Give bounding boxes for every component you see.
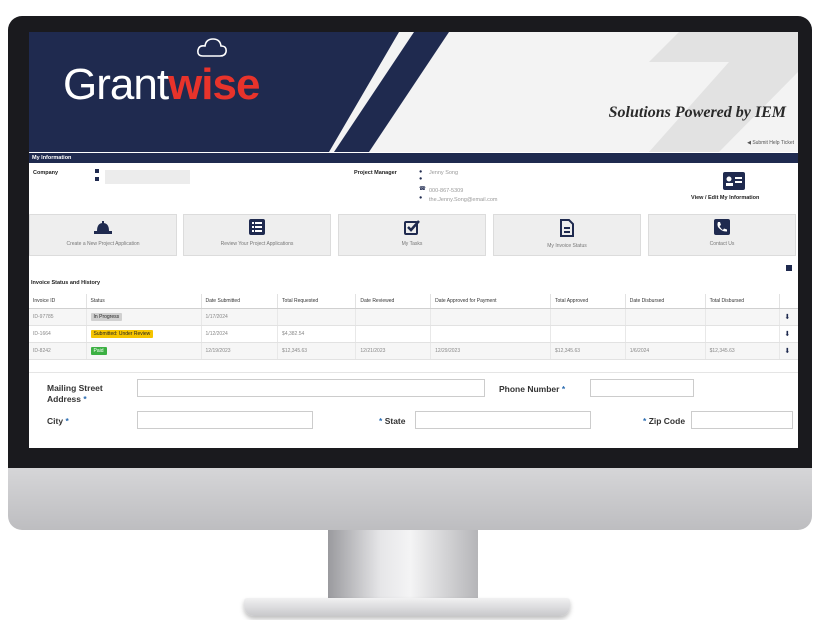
help-ticket-link[interactable]: ◀ Submit Help Ticket: [747, 140, 794, 146]
phone-number-label: Phone Number *: [499, 384, 566, 394]
col-header: Date Approved for Payment: [430, 294, 552, 309]
total-requested: [277, 308, 357, 326]
col-header: Date Reviewed: [355, 294, 432, 309]
total-disbursed: [705, 308, 781, 326]
list-icon: [249, 219, 265, 235]
total-approved: $12,345.63: [550, 342, 626, 360]
pm-email[interactable]: the.Jenny.Song@email.com: [429, 197, 497, 203]
person-icon: ●: [419, 169, 423, 175]
date-disbursed: [625, 308, 706, 326]
monitor-chin: [8, 468, 812, 530]
total-requested: $4,382.54: [277, 325, 357, 343]
tile-my-tasks[interactable]: My Tasks: [338, 214, 486, 256]
col-header: Date Disbursed: [625, 294, 706, 309]
date-submitted: 1/17/2024: [201, 308, 279, 326]
status-badge: In Progress: [90, 313, 123, 321]
col-header-actions: [779, 294, 798, 309]
date-reviewed: [355, 325, 432, 343]
screen: Grantwise Solutions Powered by IEM ◀ Sub…: [29, 32, 798, 448]
invoice-id: ID-97785: [29, 308, 87, 326]
status-badge: Submitted: Under Review: [90, 330, 154, 338]
col-header: Invoice ID: [29, 294, 87, 309]
date-approved: 12/29/2023: [430, 342, 552, 360]
total-requested: $12,345.63: [277, 342, 357, 360]
invoice-table: Invoice ID Status Date Submitted Total R…: [29, 294, 798, 360]
mailing-street-input[interactable]: [137, 379, 485, 397]
total-approved: [550, 325, 626, 343]
download-icon[interactable]: ⬇: [784, 331, 790, 338]
col-header: Total Requested: [277, 294, 357, 309]
checkbox-icon: [404, 220, 420, 235]
header-banner: Grantwise Solutions Powered by IEM ◀ Sub…: [29, 32, 798, 152]
table-row[interactable]: ID-1664 Submitted: Under Review 1/12/202…: [29, 325, 798, 343]
table-header-row: Invoice ID Status Date Submitted Total R…: [29, 294, 798, 309]
date-approved: [430, 325, 552, 343]
date-submitted: 1/12/2024: [201, 325, 279, 343]
pm-name: Jenny Song: [429, 170, 459, 176]
invoice-id: ID-1664: [29, 325, 87, 343]
id-icon: ●: [419, 176, 423, 182]
status-cell: In Progress: [86, 308, 202, 326]
contact-card-icon[interactable]: [723, 172, 745, 190]
table-row[interactable]: ID-97785 In Progress 1/17/2024 ⬇: [29, 308, 798, 326]
table-row[interactable]: ID-8242 Paid 12/19/2023 $12,345.63 12/21…: [29, 342, 798, 360]
date-disbursed: 1/6/2024: [625, 342, 706, 360]
state-input[interactable]: [415, 411, 591, 429]
location-icon: [95, 177, 99, 181]
collapse-icon[interactable]: [786, 265, 792, 271]
invoice-section-title: Invoice Status and History: [31, 280, 101, 286]
phone-icon: [714, 219, 730, 235]
date-submitted: 12/19/2023: [201, 342, 279, 360]
tile-label: Contact Us: [709, 241, 735, 247]
tile-label: Create a New Project Application: [66, 241, 140, 247]
monitor-stand-base: [244, 598, 570, 616]
tagline: Solutions Powered by IEM: [608, 104, 786, 121]
date-reviewed: 12/21/2023: [355, 342, 432, 360]
invoice-id: ID-8242: [29, 342, 87, 360]
download-icon[interactable]: ⬇: [784, 348, 790, 355]
phone-small-icon: ☎: [419, 186, 426, 192]
status-cell: Submitted: Under Review: [86, 325, 202, 343]
cloud-icon: [197, 38, 227, 57]
tile-contact-us[interactable]: Contact Us: [648, 214, 796, 256]
total-disbursed: [705, 325, 781, 343]
tile-create-application[interactable]: Create a New Project Application: [29, 214, 177, 256]
tile-invoice-status[interactable]: My Invoice Status: [493, 214, 641, 256]
zip-code-input[interactable]: [691, 411, 793, 429]
phone-number-input[interactable]: [590, 379, 694, 397]
view-edit-info-link[interactable]: View / Edit My Information: [691, 195, 759, 201]
building-icon: [95, 169, 99, 173]
tile-label: My Invoice Status: [547, 243, 587, 249]
tile-label: Review Your Project Applications: [220, 241, 294, 247]
company-name-redacted: [105, 170, 190, 184]
zip-code-label: * Zip Code: [643, 416, 686, 426]
state-label: * State: [379, 416, 406, 426]
pm-phone: 000-867-5309: [429, 188, 464, 194]
city-label: City *: [47, 416, 69, 426]
hat-icon: [94, 221, 112, 234]
status-cell: Paid: [86, 342, 202, 360]
col-header: Total Approved: [550, 294, 626, 309]
my-information-bar: My Information: [29, 153, 798, 163]
col-header: Status: [86, 294, 202, 309]
total-disbursed: $12,345.63: [705, 342, 781, 360]
download-icon[interactable]: ⬇: [784, 314, 790, 321]
grantwise-logo[interactable]: Grantwise: [63, 60, 260, 110]
document-icon: [560, 219, 574, 237]
date-reviewed: [355, 308, 432, 326]
total-approved: [550, 308, 626, 326]
project-manager-label: Project Manager: [354, 170, 397, 176]
globe-icon: ●: [419, 195, 423, 201]
monitor-stand-neck: [328, 530, 478, 602]
date-approved: [430, 308, 552, 326]
mailing-street-label: Mailing Street Address *: [47, 383, 103, 404]
col-header: Total Disbursed: [705, 294, 781, 309]
tile-label: My Tasks: [401, 241, 423, 247]
company-label: Company: [33, 170, 59, 176]
col-header: Date Submitted: [201, 294, 279, 309]
tile-review-applications[interactable]: Review Your Project Applications: [183, 214, 331, 256]
city-input[interactable]: [137, 411, 313, 429]
status-badge: Paid: [90, 347, 107, 355]
date-disbursed: [625, 325, 706, 343]
